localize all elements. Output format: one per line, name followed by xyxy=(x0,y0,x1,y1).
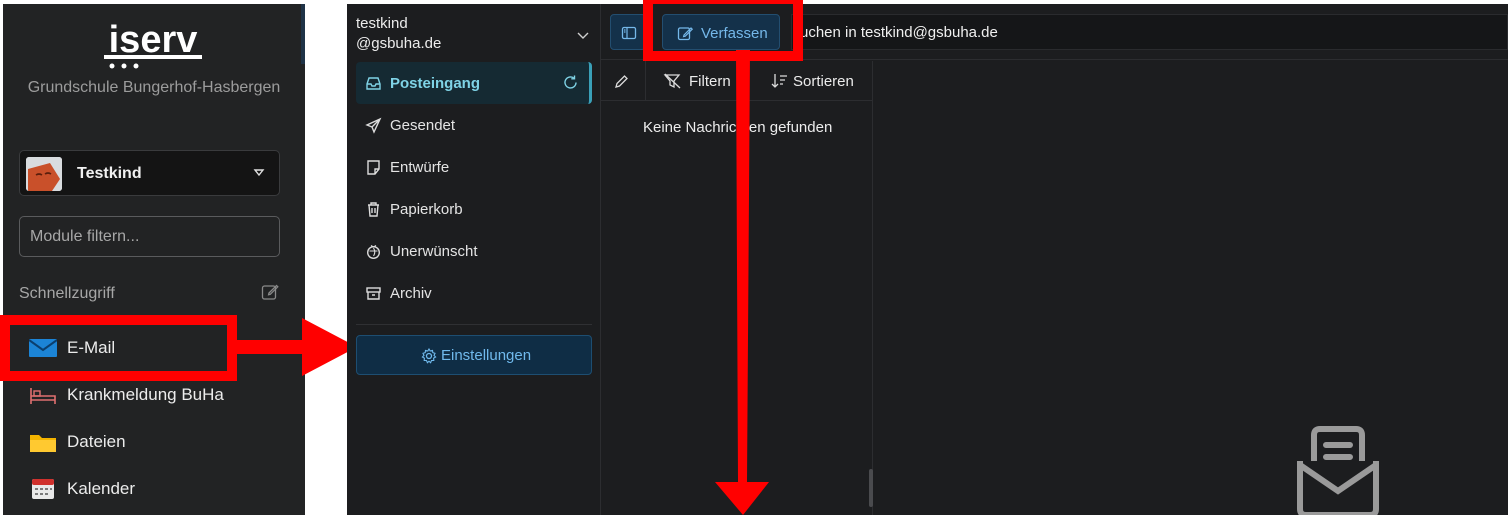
draft-icon xyxy=(367,160,380,175)
inbox-icon xyxy=(366,77,381,90)
open-envelope-icon xyxy=(1297,426,1379,515)
folder-label: Gesendet xyxy=(390,117,456,134)
archive-icon xyxy=(366,287,381,300)
iserv-sidebar: iserv Grundschule Bungerhof-Hasbergen Te… xyxy=(3,4,305,515)
sidebar-item-label: Dateien xyxy=(67,432,126,451)
school-name: Grundschule Bungerhof-Hasbergen xyxy=(27,79,281,96)
settings-label: Einstellungen xyxy=(441,347,532,364)
sidebar-item-label: Kalender xyxy=(67,479,136,498)
send-icon xyxy=(365,117,382,134)
chevron-down-icon[interactable] xyxy=(576,28,590,42)
account-name: testkind xyxy=(356,15,408,32)
refresh-icon[interactable] xyxy=(562,74,579,91)
user-menu-button[interactable]: Testkind xyxy=(19,150,280,196)
edit-icon[interactable] xyxy=(261,283,279,301)
iserv-logo: iserv xyxy=(98,19,208,70)
divider xyxy=(645,61,646,101)
sidebar-edge xyxy=(301,4,305,64)
account-switcher[interactable]: testkind @gsbuha.de xyxy=(356,14,441,54)
scrollbar[interactable] xyxy=(869,469,873,507)
spam-icon xyxy=(366,245,381,260)
module-filter-input[interactable] xyxy=(19,216,280,257)
user-name: Testkind xyxy=(77,165,142,182)
account-domain: @gsbuha.de xyxy=(356,35,442,52)
arrow-right-annotation xyxy=(232,318,357,376)
email-highlight-annotation xyxy=(0,315,237,381)
mail-client: testkind @gsbuha.de Posteingang Gesendet xyxy=(347,4,1508,515)
quick-access-heading: Schnellzugriff xyxy=(19,285,115,302)
folder-unerwuenscht[interactable]: Unerwünscht xyxy=(356,230,592,272)
sidebar-toggle-button[interactable] xyxy=(610,14,646,50)
trash-icon xyxy=(368,202,379,217)
pencil-icon[interactable] xyxy=(613,74,629,90)
folder-label: Papierkorb xyxy=(390,201,463,218)
folder-label: Posteingang xyxy=(390,75,481,92)
panel-icon xyxy=(621,26,637,40)
folder-entwuerfe[interactable]: Entwürfe xyxy=(356,146,592,188)
mail-folder-nav: testkind @gsbuha.de Posteingang Gesendet xyxy=(347,4,601,515)
folder-label: Unerwünscht xyxy=(390,243,478,260)
caret-down-icon xyxy=(253,169,265,177)
gear-icon xyxy=(421,348,437,364)
iserv-logo-icon: iserv xyxy=(104,19,202,69)
folder-posteingang[interactable]: Posteingang xyxy=(356,62,592,104)
folder-icon xyxy=(30,435,56,452)
folder-label: Entwürfe xyxy=(390,159,450,176)
mail-search-input[interactable] xyxy=(791,14,1508,50)
folder-papierkorb[interactable]: Papierkorb xyxy=(356,188,592,230)
folder-archiv[interactable]: Archiv xyxy=(356,272,592,314)
filter-off-icon xyxy=(663,73,681,89)
reading-pane xyxy=(874,61,1508,515)
settings-button[interactable]: Einstellungen xyxy=(356,335,592,375)
sidebar-item-dateien[interactable]: Dateien xyxy=(19,423,289,459)
divider xyxy=(356,324,592,325)
avatar xyxy=(26,157,62,191)
folder-gesendet[interactable]: Gesendet xyxy=(356,104,592,146)
folder-label: Archiv xyxy=(390,285,432,302)
arrow-down-annotation xyxy=(715,50,769,515)
sort-label: Sortieren xyxy=(793,73,854,90)
calendar-icon xyxy=(32,479,54,499)
sidebar-item-kalender[interactable]: Kalender xyxy=(19,470,289,506)
sidebar-item-label: Krankmeldung BuHa xyxy=(67,385,224,404)
bed-icon xyxy=(30,388,56,404)
